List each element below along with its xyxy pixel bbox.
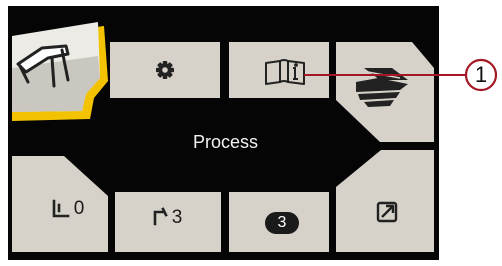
- callout: [304, 58, 498, 92]
- callout-number: 1: [474, 62, 488, 87]
